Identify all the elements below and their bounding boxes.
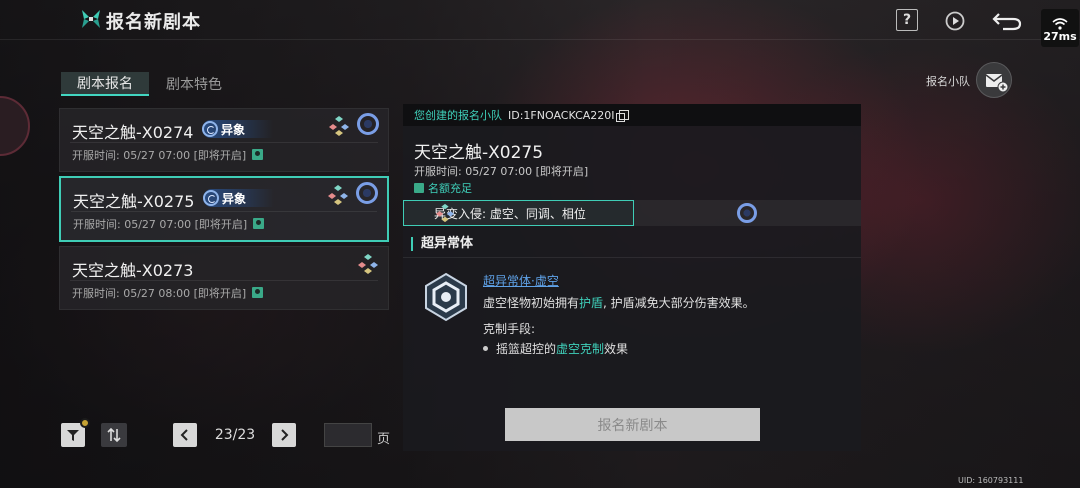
open-time: 开服时间: 05/27 08:00 [即将开启] [72,285,264,301]
filter-badge [80,418,90,428]
person-icon [252,149,264,160]
play-icon [945,11,965,31]
mutation-cubes-icon [328,185,348,205]
section-divider [403,257,861,258]
server-name: 天空之触-X0275 [73,192,195,211]
person-icon [252,287,264,298]
wifi-icon [1052,18,1068,30]
anomaly-tag: 异象 [202,120,274,138]
tab-script-signup[interactable]: 剧本报名 [61,72,149,96]
sort-button[interactable] [101,423,127,447]
back-button[interactable] [990,8,1024,34]
sort-icon [107,427,121,443]
server-name: 天空之触-X0274 [72,123,194,142]
copy-icon[interactable] [615,110,629,122]
mutation-cubes-icon [358,254,378,274]
card-divider [71,211,377,212]
mutation-cubes-icon [329,116,349,136]
swirl-icon [203,190,219,206]
mail-plus-icon [985,74,1009,93]
tag-label: 异象 [221,122,246,137]
filter-icon [67,430,79,441]
detail-server-name: 天空之触-X0275 [414,143,544,163]
void-ring-icon [356,182,378,204]
open-time: 开服时间: 05/27 07:00 [即将开启] [72,147,264,163]
team-signup-label: 报名小队 [926,75,970,88]
list-item[interactable]: 天空之触-X0273 开服时间: 05/27 08:00 [即将开启] [59,246,389,310]
list-item-selected[interactable]: 天空之触-X0275 异象 开服时间: 05/27 07:00 [即将开启] [59,176,389,242]
network-ping: 27ms [1041,9,1079,47]
team-label: 您创建的报名小队 [414,109,502,122]
team-signup-button[interactable] [976,62,1012,98]
page-unit-label: 页 [377,432,391,447]
ability-description: 虚空怪物初始拥有护盾, 护盾减免大部分伤害效果。 [483,296,755,310]
ability-name-link[interactable]: 超异常体·虚空 [483,272,559,289]
void-ring-icon[interactable] [737,203,757,223]
bullet-icon [483,346,488,351]
card-divider [70,142,378,143]
header-divider [0,39,1080,40]
person-icon [253,218,265,229]
team-id: ID:1FNOACKCA220I [508,108,615,122]
ping-value: 27ms [1043,30,1077,43]
logo-icon [82,10,100,28]
team-id-bar: 您创建的报名小队 ID:1FNOACKCA220I [403,104,861,126]
counter-item: 摇篮超控的虚空克制效果 [483,340,628,357]
help-button[interactable]: ? [896,9,918,31]
tag-label: 异象 [222,191,247,206]
chevron-right-icon [281,429,289,441]
uid-label: UID: 160793111 [958,476,1024,485]
server-name: 天空之触-X0273 [72,261,194,280]
section-title: 超异常体 [411,237,473,251]
prev-page-button[interactable] [173,423,197,447]
void-hexagon-icon [425,272,467,322]
page-title: 报名新剧本 [106,12,201,33]
replay-button[interactable] [942,8,968,34]
person-icon [414,183,424,193]
list-item[interactable]: 天空之触-X0274 异象 开服时间: 05/27 07:00 [即将开启] [59,108,389,172]
quota-status: 名额充足 [414,180,472,196]
page-indicator: 23/23 [214,427,256,443]
mutation-cubes-icon [435,203,455,223]
chevron-left-icon [180,429,188,441]
detail-panel: 您创建的报名小队 ID:1FNOACKCA220I 天空之触-X0275 开服时… [403,104,861,451]
signup-button[interactable]: 报名新剧本 [505,408,760,441]
page-number-input[interactable] [324,423,372,447]
void-ring-icon [357,113,379,135]
detail-open-time: 开服时间: 05/27 07:00 [即将开启] [414,165,589,178]
card-divider [70,280,378,281]
tab-script-features[interactable]: 剧本特色 [164,72,224,96]
counter-label: 克制手段: [483,322,536,336]
next-page-button[interactable] [272,423,296,447]
swirl-icon [202,121,218,137]
back-arrow-icon [992,13,1022,31]
open-time: 开服时间: 05/27 07:00 [即将开启] [73,216,265,232]
anomaly-tag: 异象 [203,189,275,207]
